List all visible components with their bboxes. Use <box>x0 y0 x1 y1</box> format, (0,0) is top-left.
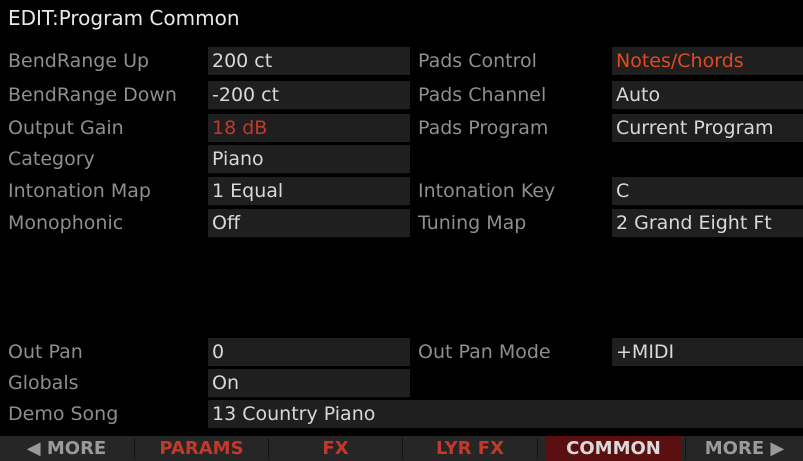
pads-channel-value[interactable]: Auto <box>612 81 803 109</box>
bendrange-up-label: BendRange Up <box>8 50 150 72</box>
softkey-params[interactable]: PARAMS <box>135 436 268 461</box>
softkey-fx[interactable]: FX <box>269 436 402 461</box>
out-pan-label: Out Pan <box>8 341 83 363</box>
globals-label: Globals <box>8 372 79 394</box>
softkey-more-left[interactable]: ◀ MORE <box>0 436 133 461</box>
monophonic-label: Monophonic <box>8 212 124 234</box>
intonation-map-label: Intonation Map <box>8 180 151 202</box>
softkey-divider <box>537 438 538 459</box>
softkey-lyr-fx[interactable]: LYR FX <box>403 436 537 461</box>
pads-program-value[interactable]: Current Program <box>612 114 803 142</box>
globals-value[interactable]: On <box>208 369 410 397</box>
tuning-map-label: Tuning Map <box>418 212 527 234</box>
out-pan-mode-label: Out Pan Mode <box>418 341 551 363</box>
softkey-common[interactable]: COMMON <box>546 436 681 461</box>
monophonic-value[interactable]: Off <box>208 209 410 237</box>
pads-program-label: Pads Program <box>418 117 549 139</box>
pads-control-label: Pads Control <box>418 50 537 72</box>
demo-song-label: Demo Song <box>8 403 119 425</box>
intonation-key-label: Intonation Key <box>418 180 556 202</box>
pads-control-value[interactable]: Notes/Chords <box>612 47 803 75</box>
bendrange-down-value[interactable]: -200 ct <box>208 81 410 109</box>
demo-song-value[interactable]: 13 Country Piano <box>208 400 803 428</box>
intonation-map-value[interactable]: 1 Equal <box>208 177 410 205</box>
intonation-key-value[interactable]: C <box>612 177 803 205</box>
out-pan-value[interactable]: 0 <box>208 338 410 366</box>
output-gain-label: Output Gain <box>8 117 124 139</box>
out-pan-mode-value[interactable]: +MIDI <box>612 338 803 366</box>
softkey-more-right[interactable]: MORE ▶ <box>686 436 803 461</box>
pads-channel-label: Pads Channel <box>418 84 547 106</box>
bendrange-down-label: BendRange Down <box>8 84 177 106</box>
category-value[interactable]: Piano <box>208 145 410 173</box>
category-label: Category <box>8 148 95 170</box>
page-title: EDIT:Program Common <box>0 0 803 37</box>
tuning-map-value[interactable]: 2 Grand Eight Ft <box>612 209 803 237</box>
output-gain-value[interactable]: 18 dB <box>208 114 410 142</box>
bendrange-up-value[interactable]: 200 ct <box>208 47 410 75</box>
